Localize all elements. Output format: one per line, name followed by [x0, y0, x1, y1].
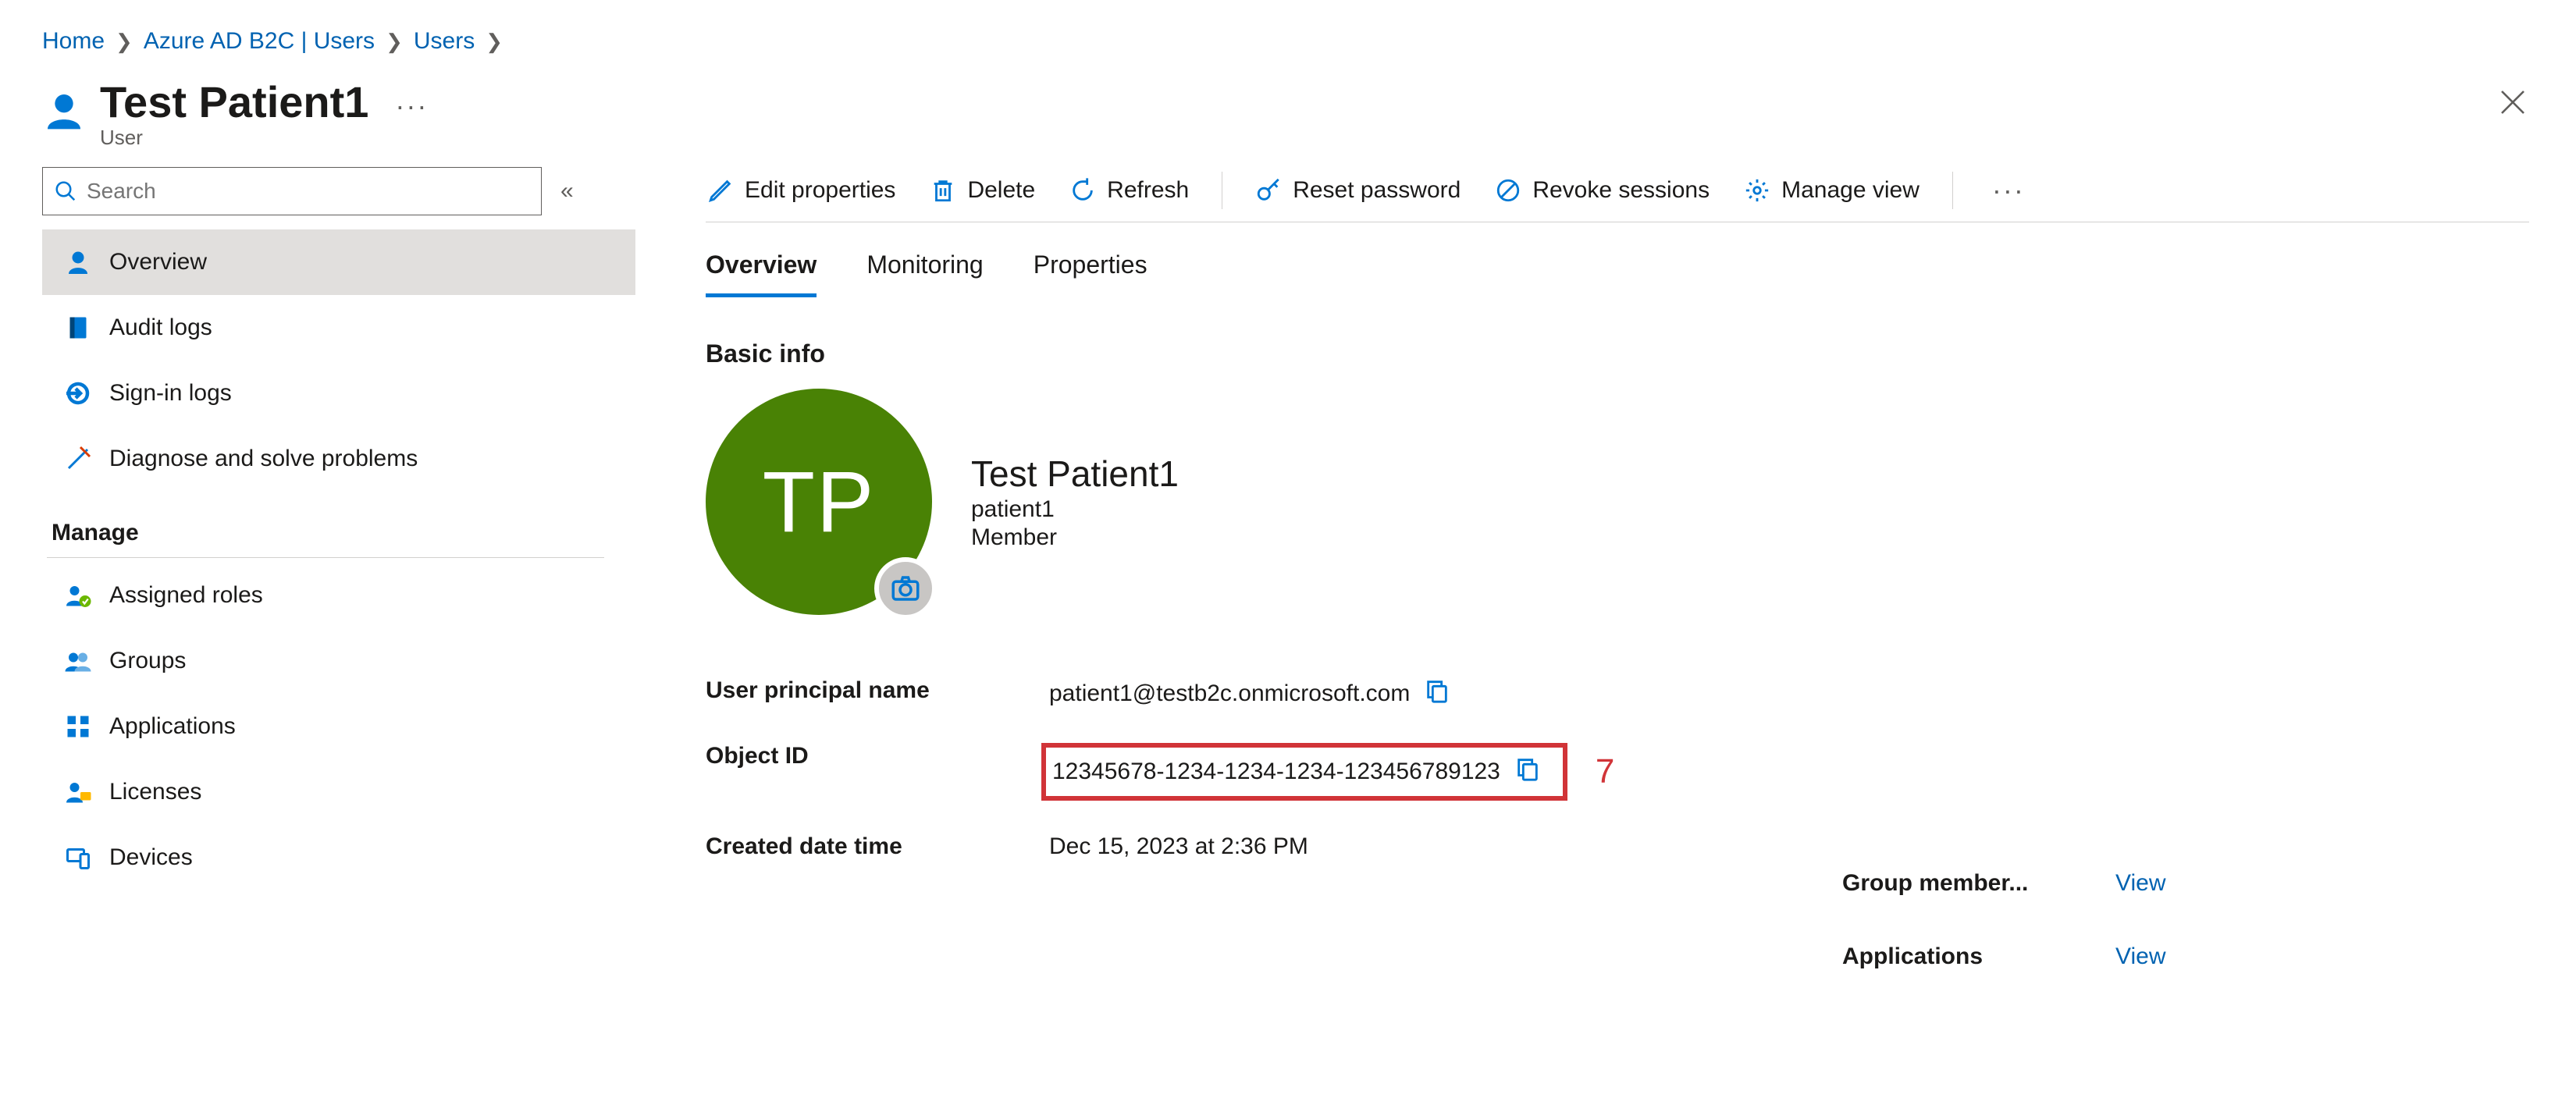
object-id-label: Object ID	[706, 743, 1049, 769]
gear-icon	[1744, 177, 1770, 204]
toolbar-more-button[interactable]: ···	[1984, 174, 2033, 207]
chevron-right-icon: ❯	[116, 30, 133, 54]
copy-upn-button[interactable]	[1424, 677, 1450, 710]
search-input[interactable]	[85, 178, 530, 204]
page-header: Test Patient1 User ···	[0, 62, 2576, 158]
groups-icon	[64, 647, 92, 675]
sidebar-item-label: Assigned roles	[109, 582, 263, 609]
edit-photo-button[interactable]	[874, 557, 937, 620]
trash-icon	[930, 177, 956, 204]
avatar: TP	[706, 389, 932, 615]
object-id-value: 12345678-1234-1234-1234-123456789123	[1052, 759, 1500, 785]
collapse-sidebar-button[interactable]: «	[560, 178, 574, 204]
pencil-icon	[707, 177, 734, 204]
copy-icon	[1424, 677, 1450, 704]
breadcrumb: Home ❯ Azure AD B2C | Users ❯ Users ❯	[0, 0, 2576, 62]
section-basic-info: Basic info	[706, 339, 2529, 368]
sidebar-item-signin-logs[interactable]: Sign-in logs	[42, 361, 635, 426]
devices-icon	[64, 844, 92, 872]
search-box[interactable]	[42, 167, 542, 215]
sidebar-item-label: Overview	[109, 249, 207, 275]
main-content: Edit properties Delete Refresh Reset pas…	[635, 158, 2576, 890]
sidebar-item-label: Licenses	[109, 779, 201, 805]
page-title: Test Patient1	[100, 76, 368, 127]
object-id-value-row: 12345678-1234-1234-1234-123456789123 7	[1049, 743, 2529, 801]
toolbar-label: Delete	[967, 177, 1035, 204]
sidebar-item-applications[interactable]: Applications	[42, 694, 635, 759]
upn-value: patient1@testb2c.onmicrosoft.com	[1049, 680, 1410, 707]
applications-label: Applications	[1842, 943, 2100, 970]
book-icon	[64, 314, 92, 342]
breadcrumb-users[interactable]: Users	[414, 28, 475, 55]
toolbar-label: Edit properties	[745, 177, 895, 204]
block-icon	[1495, 177, 1521, 204]
toolbar-label: Manage view	[1781, 177, 1920, 204]
tools-icon	[64, 445, 92, 473]
sidebar-item-diagnose[interactable]: Diagnose and solve problems	[42, 426, 635, 492]
tab-overview[interactable]: Overview	[706, 240, 817, 297]
sidebar-section-manage: Manage	[47, 499, 604, 558]
refresh-button[interactable]: Refresh	[1068, 174, 1190, 207]
signin-icon	[64, 379, 92, 407]
toolbar-label: Refresh	[1107, 177, 1189, 204]
upn-label: User principal name	[706, 677, 1049, 704]
view-applications-link[interactable]: View	[2115, 943, 2165, 970]
chevron-right-icon: ❯	[386, 30, 403, 54]
user-role-icon	[64, 581, 92, 609]
user-type: Member	[971, 524, 1179, 551]
group-memberships-label: Group member...	[1842, 870, 2100, 897]
toolbar: Edit properties Delete Refresh Reset pas…	[706, 158, 2529, 222]
copy-object-id-button[interactable]	[1514, 755, 1541, 788]
display-name: Test Patient1	[971, 453, 1179, 495]
sidebar-item-licenses[interactable]: Licenses	[42, 759, 635, 825]
sidebar-item-label: Sign-in logs	[109, 380, 232, 407]
edit-properties-button[interactable]: Edit properties	[706, 174, 897, 207]
annotation-number: 7	[1596, 752, 1614, 791]
sidebar-item-label: Devices	[109, 844, 193, 871]
page-subtitle: User	[100, 126, 368, 150]
sidebar-item-groups[interactable]: Groups	[42, 628, 635, 694]
sidebar: « Overview Audit logs Sign-in logs Diagn…	[42, 158, 635, 890]
created-value: Dec 15, 2023 at 2:36 PM	[1049, 833, 2529, 860]
separator	[1952, 172, 1953, 209]
upn-value-row: patient1@testb2c.onmicrosoft.com	[1049, 677, 2529, 710]
sidebar-item-label: Groups	[109, 648, 186, 674]
breadcrumb-home[interactable]: Home	[42, 28, 105, 55]
tabs: Overview Monitoring Properties	[706, 240, 2529, 297]
annotation-highlight: 12345678-1234-1234-1234-123456789123	[1041, 743, 1567, 801]
sidebar-item-audit-logs[interactable]: Audit logs	[42, 295, 635, 361]
refresh-icon	[1069, 177, 1096, 204]
reset-password-button[interactable]: Reset password	[1254, 174, 1462, 207]
sidebar-item-label: Diagnose and solve problems	[109, 446, 418, 472]
tab-properties[interactable]: Properties	[1034, 240, 1147, 297]
toolbar-label: Revoke sessions	[1532, 177, 1710, 204]
sidebar-item-devices[interactable]: Devices	[42, 825, 635, 890]
toolbar-label: Reset password	[1293, 177, 1461, 204]
chevron-right-icon: ❯	[486, 30, 503, 54]
avatar-initials: TP	[763, 453, 876, 552]
tab-monitoring[interactable]: Monitoring	[866, 240, 983, 297]
breadcrumb-b2c-users[interactable]: Azure AD B2C | Users	[144, 28, 375, 55]
sidebar-item-label: Applications	[109, 713, 236, 740]
copy-icon	[1514, 755, 1541, 782]
manage-view-button[interactable]: Manage view	[1742, 174, 1921, 207]
apps-icon	[64, 712, 92, 741]
view-group-memberships-link[interactable]: View	[2115, 870, 2165, 897]
license-icon	[64, 778, 92, 806]
sidebar-item-overview[interactable]: Overview	[42, 229, 635, 295]
summary-panel: Group member... View Applications View	[1842, 870, 2165, 970]
revoke-sessions-button[interactable]: Revoke sessions	[1493, 174, 1711, 207]
key-icon	[1255, 177, 1282, 204]
created-label: Created date time	[706, 833, 1049, 860]
delete-button[interactable]: Delete	[928, 174, 1037, 207]
identity-block: Test Patient1 patient1 Member	[971, 453, 1179, 551]
close-button[interactable]	[2496, 86, 2529, 124]
more-button[interactable]: ···	[395, 90, 428, 123]
camera-icon	[889, 572, 922, 605]
username: patient1	[971, 496, 1179, 523]
sidebar-item-label: Audit logs	[109, 314, 212, 341]
user-icon	[42, 89, 86, 138]
sidebar-item-assigned-roles[interactable]: Assigned roles	[42, 563, 635, 628]
user-icon	[64, 248, 92, 276]
